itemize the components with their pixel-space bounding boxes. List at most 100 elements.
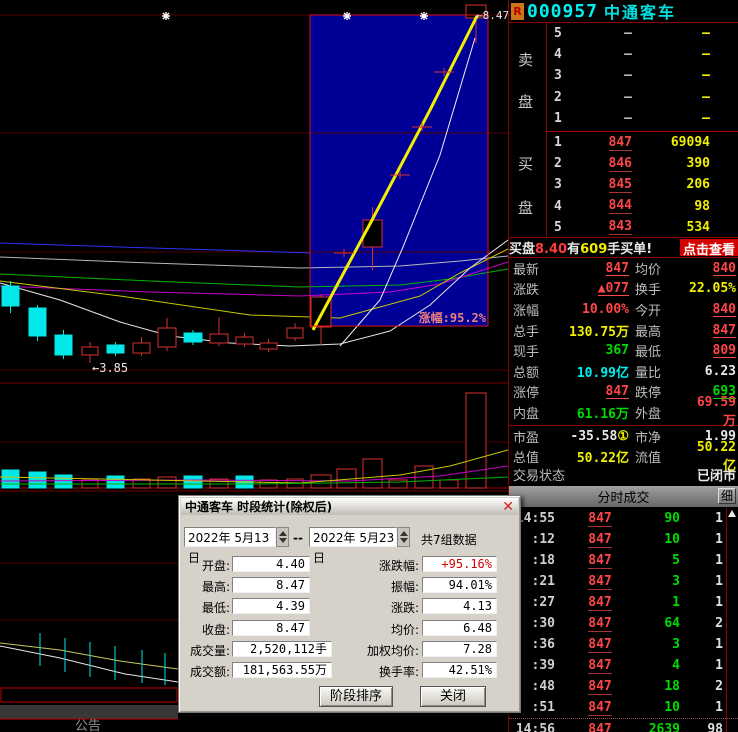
- quote-value-text: 847: [712, 322, 736, 338]
- buy-level-row[interactable]: 2 846 390: [546, 153, 738, 174]
- stat-field-value: 4.39: [232, 598, 310, 615]
- buy-level-row[interactable]: 1 847 69094: [546, 132, 738, 153]
- tick-count: 1: [715, 700, 723, 715]
- close-button[interactable]: 关闭: [420, 686, 486, 707]
- quote-row: 总手 130.75万 最高 847: [509, 320, 738, 341]
- quote-value: 367: [563, 343, 629, 358]
- stat-field-value: 2,520,112手: [232, 640, 332, 657]
- buy-level-row[interactable]: 3 845 206: [546, 174, 738, 195]
- date-to-field[interactable]: 2022年 5月23日: [309, 527, 397, 565]
- quote-label: 总手: [513, 324, 540, 340]
- tick-price: 847: [575, 511, 625, 527]
- quote-panel: R 000957 中通客车 卖盘买盘 5— —4— —3— —2— —1— — 1 847 6…: [508, 0, 738, 732]
- level-number: 5: [554, 26, 562, 42]
- quote-row: 涨幅 10.00% 今开 840: [509, 299, 738, 320]
- trade-status-value: 已闭市: [696, 469, 736, 485]
- volume-bar: [362, 458, 383, 489]
- tick-count: 1: [715, 658, 723, 673]
- sell-level-row[interactable]: 1 — —: [546, 108, 738, 129]
- detail-button[interactable]: 细: [718, 488, 736, 504]
- tick-row: :30 847 64 2: [509, 613, 738, 634]
- volume-bar: [465, 392, 487, 489]
- sell-level-row[interactable]: 4 — —: [546, 44, 738, 65]
- quote-value: 809: [687, 343, 738, 359]
- sell-level-row[interactable]: 5 — —: [546, 23, 738, 44]
- quote-value-text: 50.22亿: [576, 451, 629, 467]
- quote-value-text: 840: [712, 260, 736, 276]
- level-volume: 206: [686, 177, 710, 193]
- tick-row: :48 847 18 2: [509, 676, 738, 697]
- candle: [286, 327, 304, 339]
- close-icon[interactable]: ✕: [502, 499, 514, 515]
- tick-price-value: 847: [588, 615, 612, 632]
- candle: [259, 342, 278, 350]
- tab-announcement[interactable]: 公告: [75, 719, 101, 732]
- buy-level-row[interactable]: 4 844 98: [546, 196, 738, 217]
- spinner-down-icon[interactable]: [400, 538, 408, 543]
- alert-segment: 609: [580, 242, 608, 257]
- volume-bar: [1, 469, 20, 489]
- candle: [106, 344, 125, 354]
- r-badge: R: [511, 2, 524, 20]
- date-from-spinner[interactable]: [276, 527, 289, 547]
- stock-code: 000957: [527, 0, 599, 22]
- quote-value: 61.16万: [563, 403, 629, 422]
- tick-price-value: 847: [588, 722, 611, 732]
- tick-price-value: 847: [588, 678, 612, 695]
- tick-count: 1: [715, 553, 723, 568]
- star-marker: [420, 12, 428, 20]
- tick-price: 847: [575, 574, 625, 590]
- quote-value-text: 69.59万: [696, 395, 736, 430]
- spinner-up-icon[interactable]: [400, 531, 408, 536]
- scroll-up-icon[interactable]: [728, 510, 736, 517]
- spinner-down-icon[interactable]: [279, 538, 287, 543]
- tick-count: 2: [715, 616, 723, 631]
- buy-level-row[interactable]: 5 843 534: [546, 217, 738, 238]
- level-number: 2: [554, 89, 562, 105]
- stat-field-label: 成交额:: [189, 665, 230, 679]
- quote-value: 22.05%: [687, 281, 738, 296]
- level-number: 5: [554, 219, 562, 235]
- stat-field-value: 8.47: [232, 577, 310, 594]
- tick-count: 98: [707, 722, 723, 732]
- period-stats-dialog: 中通客车 时段统计(除权后) ✕ 2022年 5月13日 -- 2022年 5月…: [178, 495, 521, 713]
- quote-value: 847: [563, 261, 629, 276]
- sell-level-row[interactable]: 3 — —: [546, 65, 738, 86]
- peak-price-label: ←8.47: [476, 9, 508, 22]
- stat-field-value: 4.40: [232, 556, 310, 572]
- volume-bar: [388, 479, 408, 489]
- stat-field-value: 181,563.55万: [232, 662, 332, 678]
- candle: [157, 327, 177, 348]
- tick-list-header: 分时成交 细: [509, 486, 738, 507]
- quote-value-text: 847: [605, 260, 629, 276]
- tick-row: :36 847 3 1: [509, 634, 738, 655]
- stage-sort-button[interactable]: 阶段排序: [319, 686, 393, 707]
- quote-label: 最新: [513, 262, 540, 278]
- quote-value: ▲077: [563, 281, 629, 297]
- quote-label: 最低: [635, 345, 662, 361]
- quote-label: 流值: [635, 451, 662, 467]
- quote-value-text: ▲077: [597, 281, 629, 297]
- tick-count: 1: [715, 595, 723, 610]
- date-separator: --: [293, 531, 303, 545]
- spinner-up-icon[interactable]: [279, 531, 287, 536]
- date-to-spinner[interactable]: [397, 527, 410, 547]
- candle: [183, 332, 203, 343]
- level-volume: 98: [694, 198, 710, 214]
- volume-bar: [183, 475, 203, 489]
- date-from-field[interactable]: 2022年 5月13日: [184, 527, 276, 565]
- quote-rows: 最新 847 均价 840 涨跌 ▲077 换手 22.05% 涨幅 10.00% 今开 840 总手 1…: [509, 258, 738, 429]
- stat-field-value: +95.16%: [422, 556, 497, 572]
- order-book-side-char: 卖: [518, 51, 534, 69]
- quote-value-suffix: ①: [617, 428, 629, 444]
- sell-level-row[interactable]: 2 — —: [546, 87, 738, 108]
- tick-time: 14:56: [515, 722, 555, 732]
- click-to-view-button[interactable]: 点击查看: [679, 239, 738, 258]
- quote-label: 内盘: [513, 406, 540, 422]
- price-value: 843: [608, 219, 632, 236]
- price-value: —: [624, 68, 632, 84]
- tick-price-value: 847: [588, 636, 612, 653]
- dialog-title-bar[interactable]: 中通客车 时段统计(除权后) ✕: [181, 498, 518, 515]
- level-volume: 69094: [670, 135, 710, 151]
- tick-scrollbar[interactable]: [726, 508, 727, 732]
